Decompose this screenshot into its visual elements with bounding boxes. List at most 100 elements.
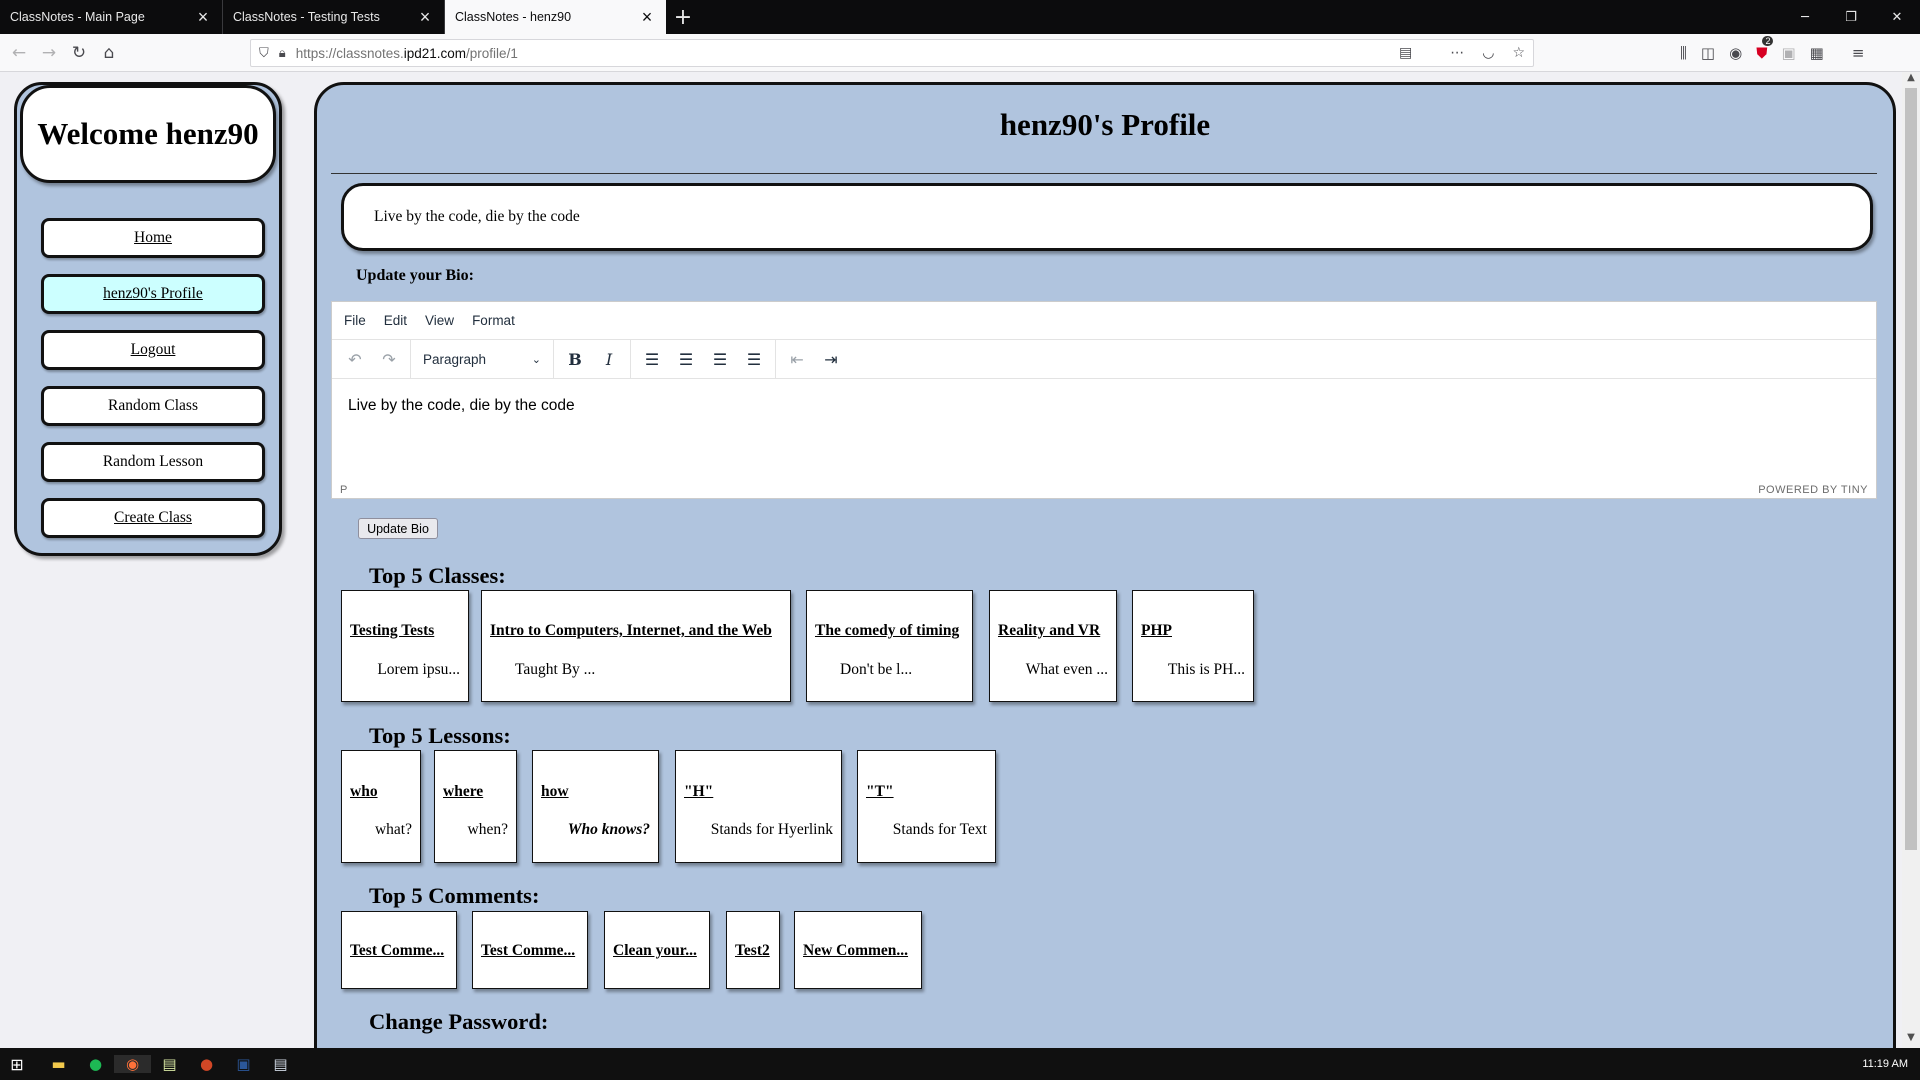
class-card[interactable]: Intro to Computers, Internet, and the We… [481, 590, 791, 702]
comment-title-link[interactable]: Clean your... [613, 942, 697, 960]
comment-card[interactable]: Test Comme... [341, 911, 457, 989]
welcome-banner: Welcome henz90 [20, 85, 276, 183]
home-icon[interactable]: ⌂ [94, 38, 124, 68]
bold-icon[interactable]: B [558, 345, 592, 373]
editor-menu-view[interactable]: View [425, 313, 454, 328]
class-title-link[interactable]: Intro to Computers, Internet, and the We… [490, 622, 772, 640]
lesson-card[interactable]: "H" Stands for Hyerlink [675, 750, 842, 863]
pocket-icon[interactable]: ◡ [1482, 45, 1494, 61]
class-card[interactable]: Testing Tests Lorem ipsu... [341, 590, 469, 702]
comment-card[interactable]: Clean your... [604, 911, 710, 989]
taskbar-clock[interactable]: 11:19 AM [1862, 1058, 1908, 1070]
windows-start-icon[interactable]: ⊞ [0, 1055, 34, 1074]
extension-icon[interactable]: ▣ [1781, 44, 1795, 62]
sidebar-item-random-lesson[interactable]: Random Lesson [41, 442, 265, 482]
outdent-icon[interactable]: ⇤ [780, 345, 814, 373]
page-actions-icon[interactable]: ⋯ [1450, 45, 1464, 61]
editor-menu-format[interactable]: Format [472, 313, 515, 328]
block-format-select[interactable]: Paragraph ⌄ [415, 345, 549, 373]
extension-grid-icon[interactable]: ▦ [1810, 44, 1824, 62]
lesson-card[interactable]: where when? [434, 750, 517, 863]
firefox-icon[interactable]: ◉ [114, 1055, 151, 1073]
minimize-icon[interactable]: ─ [1782, 0, 1828, 34]
comment-title-link[interactable]: Test Comme... [481, 942, 575, 960]
url-bar[interactable]: ⛉ 🔒︎ https://classnotes. ipd21.com/profil… [250, 39, 1534, 67]
align-right-icon[interactable]: ☰ [703, 345, 737, 373]
comment-title-link[interactable]: Test Comme... [350, 942, 444, 960]
comment-title-link[interactable]: New Commen... [803, 942, 908, 960]
class-card[interactable]: PHP This is PH... [1132, 590, 1254, 702]
editor-content-area[interactable]: Live by the code, die by the code [332, 379, 1876, 481]
class-title-link[interactable]: Reality and VR [998, 622, 1100, 640]
new-tab-icon[interactable]: + [666, 0, 700, 34]
indent-icon[interactable]: ⇥ [814, 345, 848, 373]
sidebar-item-logout[interactable]: Logout [41, 330, 265, 370]
bookmark-star-icon[interactable]: ☆ [1512, 45, 1525, 61]
library-icon[interactable]: ⫼ [1680, 44, 1687, 62]
align-justify-icon[interactable]: ☰ [737, 345, 771, 373]
redo-icon[interactable]: ↷ [372, 345, 406, 373]
forward-icon[interactable]: → [34, 38, 64, 68]
restore-icon[interactable]: ❐ [1828, 0, 1874, 34]
reload-icon[interactable]: ↻ [64, 38, 94, 68]
comment-card[interactable]: Test Comme... [472, 911, 588, 989]
lesson-card[interactable]: how Who knows? [532, 750, 659, 863]
sidebar-item-random-class[interactable]: Random Class [41, 386, 265, 426]
word-icon[interactable]: ▣ [225, 1055, 262, 1073]
lesson-title-link[interactable]: who [350, 783, 378, 801]
browser-tab-henz90[interactable]: ClassNotes - henz90 × [444, 0, 666, 34]
lesson-title-link[interactable]: where [443, 783, 483, 801]
editor-app-icon[interactable]: ▤ [262, 1055, 299, 1073]
comment-card[interactable]: Test2 [726, 911, 780, 989]
page-scrollbar[interactable]: ▲ ▼ [1902, 72, 1920, 1048]
scroll-up-icon[interactable]: ▲ [1902, 72, 1920, 88]
class-title-link[interactable]: PHP [1141, 622, 1172, 640]
back-icon[interactable]: ← [4, 38, 34, 68]
scroll-down-icon[interactable]: ▼ [1902, 1032, 1920, 1048]
file-explorer-icon[interactable]: ▬ [40, 1055, 77, 1073]
lock-icon[interactable]: 🔒︎ [279, 46, 286, 61]
editor-menu-file[interactable]: File [344, 313, 366, 328]
scrollbar-thumb[interactable] [1905, 88, 1917, 850]
top-classes-heading: Top 5 Classes: [369, 563, 506, 588]
sidebar-item-profile[interactable]: henz90's Profile [41, 274, 265, 314]
italic-icon[interactable]: I [592, 345, 626, 373]
spotify-icon[interactable]: ● [77, 1055, 114, 1073]
lesson-title-link[interactable]: "T" [866, 783, 894, 801]
class-title-link[interactable]: Testing Tests [350, 622, 434, 640]
powerpoint-icon[interactable]: ● [188, 1055, 225, 1073]
account-icon[interactable]: ◉ [1729, 44, 1742, 62]
close-window-icon[interactable]: ✕ [1874, 0, 1920, 34]
notepad-icon[interactable]: ▤ [151, 1055, 188, 1073]
browser-tab-main-page[interactable]: ClassNotes - Main Page × [0, 0, 222, 34]
sidebar-toggle-icon[interactable]: ◫ [1701, 44, 1715, 62]
sidebar-item-home[interactable]: Home [41, 218, 265, 258]
comment-card[interactable]: New Commen... [794, 911, 922, 989]
update-bio-button[interactable]: Update Bio [358, 518, 438, 539]
tab-title: ClassNotes - Testing Tests [233, 10, 380, 24]
element-path[interactable]: P [340, 484, 347, 496]
undo-icon[interactable]: ↶ [338, 345, 372, 373]
powered-by-tiny-link[interactable]: POWERED BY TINY [1758, 484, 1868, 496]
reader-view-icon[interactable]: ▤ [1399, 45, 1412, 61]
editor-menu-edit[interactable]: Edit [384, 313, 407, 328]
lesson-card[interactable]: "T" Stands for Text [857, 750, 996, 863]
class-card[interactable]: Reality and VR What even ... [989, 590, 1117, 702]
class-title-link[interactable]: The comedy of timing [815, 622, 959, 640]
lesson-title-link[interactable]: how [541, 783, 569, 801]
comment-title-link[interactable]: Test2 [735, 942, 770, 960]
lesson-description: what? [374, 821, 412, 838]
align-center-icon[interactable]: ☰ [669, 345, 703, 373]
class-card[interactable]: The comedy of timing Don't be l... [806, 590, 973, 702]
lesson-card[interactable]: who what? [341, 750, 421, 863]
menu-icon[interactable]: ≡ [1852, 44, 1865, 62]
lesson-title-link[interactable]: "H" [684, 783, 713, 801]
close-tab-icon[interactable]: × [638, 7, 656, 28]
browser-tab-testing-tests[interactable]: ClassNotes - Testing Tests × [222, 0, 444, 34]
close-tab-icon[interactable]: × [416, 7, 434, 28]
sidebar-item-create-class[interactable]: Create Class [41, 498, 265, 538]
tracking-shield-icon[interactable]: ⛉ [259, 46, 269, 61]
ublock-extension-icon[interactable]: ⛊ 2 [1756, 36, 1774, 62]
close-tab-icon[interactable]: × [194, 7, 212, 28]
align-left-icon[interactable]: ☰ [635, 345, 669, 373]
